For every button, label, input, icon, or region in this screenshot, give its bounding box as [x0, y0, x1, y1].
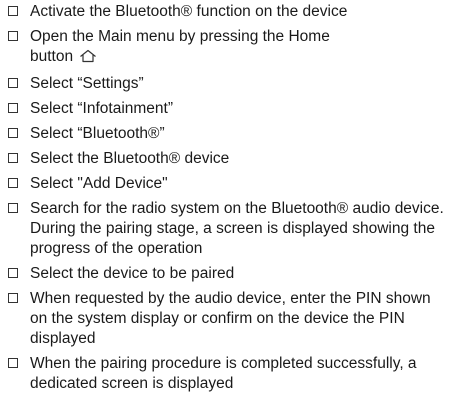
- checkbox-icon: [8, 268, 18, 278]
- list-item: Select “Bluetooth®”: [0, 124, 448, 144]
- step-text: Activate the Bluetooth® function on the …: [30, 3, 348, 20]
- list-item: Select "Add Device": [0, 174, 448, 194]
- step-text: Open the Main menu by pressing the Home …: [30, 28, 330, 65]
- checkbox-icon: [8, 358, 18, 368]
- list-item: When the pairing procedure is completed …: [0, 354, 448, 394]
- step-text: Select “Infotainment”: [30, 100, 174, 117]
- pairing-checklist: Activate the Bluetooth® function on the …: [0, 2, 449, 399]
- list-item: Open the Main menu by pressing the Home …: [0, 27, 330, 69]
- checkbox-icon: [8, 203, 18, 213]
- step-text: Select the device to be paired: [30, 265, 235, 282]
- step-text: Select "Add Device": [30, 175, 168, 192]
- step-text: When the pairing procedure is completed …: [30, 355, 417, 392]
- step-text: Select the Bluetooth® device: [30, 150, 230, 167]
- list-item: Search for the radio system on the Bluet…: [0, 199, 448, 259]
- step-text: When requested by the audio device, ente…: [30, 290, 431, 347]
- step-text: Select “Settings”: [30, 75, 144, 92]
- list-item: Activate the Bluetooth® function on the …: [0, 2, 448, 22]
- checkbox-icon: [8, 78, 18, 88]
- checkbox-icon: [8, 293, 18, 303]
- checkbox-icon: [8, 103, 18, 113]
- list-item: Select the Bluetooth® device: [0, 149, 448, 169]
- step-text: Search for the radio system on the Bluet…: [30, 200, 444, 257]
- list-item: When requested by the audio device, ente…: [0, 289, 448, 349]
- checkbox-icon: [8, 153, 18, 163]
- step-text: Select “Bluetooth®”: [30, 125, 165, 142]
- checkbox-icon: [8, 178, 18, 188]
- list-item: Select “Infotainment”: [0, 99, 448, 119]
- home-icon: [79, 49, 97, 69]
- list-item: Select the device to be paired: [0, 264, 448, 284]
- checkbox-icon: [8, 128, 18, 138]
- checkbox-icon: [8, 6, 18, 16]
- checkbox-icon: [8, 31, 18, 41]
- list-item: Select “Settings”: [0, 74, 448, 94]
